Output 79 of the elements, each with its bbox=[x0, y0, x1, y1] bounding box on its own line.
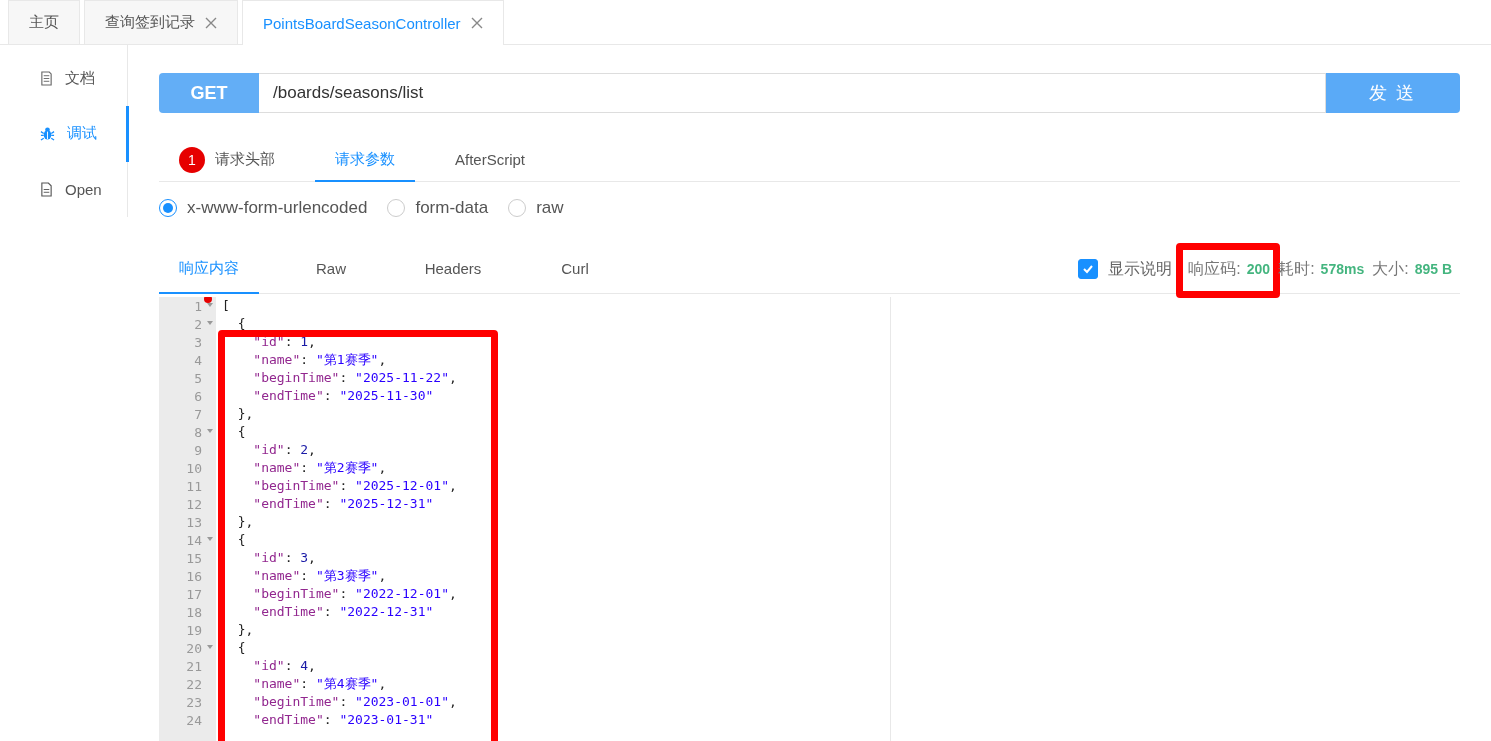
code-line: "name": "第2赛季", bbox=[252, 459, 388, 477]
code-line: }, bbox=[236, 405, 255, 423]
line-number: 14 bbox=[186, 532, 202, 548]
stat-value: 200 bbox=[1246, 261, 1271, 277]
line-number: 23 bbox=[186, 694, 202, 710]
line-number: 13 bbox=[186, 514, 202, 530]
check-icon bbox=[1082, 263, 1095, 275]
stat-label: 响应码: bbox=[1188, 258, 1241, 279]
fold-arrow-icon[interactable] bbox=[207, 321, 213, 325]
line-number: 19 bbox=[186, 622, 202, 638]
body-type-radio[interactable]: x-www-form-urlencoded bbox=[159, 198, 368, 218]
body-type-radio[interactable]: raw bbox=[508, 198, 564, 218]
code-line: "beginTime": "2025-11-22", bbox=[252, 369, 458, 387]
line-number: 12 bbox=[186, 496, 202, 512]
checkbox[interactable] bbox=[1078, 259, 1099, 279]
close-icon[interactable] bbox=[205, 16, 217, 29]
line-number: 9 bbox=[194, 442, 202, 458]
file-icon bbox=[40, 181, 53, 197]
code-line: { bbox=[236, 315, 247, 333]
code-line: "id": 2, bbox=[252, 441, 317, 459]
response-tab[interactable]: Raw bbox=[281, 245, 381, 294]
code-line: { bbox=[236, 423, 247, 441]
code-line: }, bbox=[236, 621, 255, 639]
code-line: }, bbox=[236, 513, 255, 531]
code-line: "beginTime": "2025-12-01", bbox=[252, 477, 458, 495]
line-number: 16 bbox=[186, 568, 202, 584]
checkbox-label: 显示说明 bbox=[1108, 258, 1173, 279]
page-tab[interactable]: 主页 bbox=[8, 0, 80, 44]
url-field[interactable]: /boards/seasons/list bbox=[259, 73, 1326, 113]
code-line: "beginTime": "2023-01-01", bbox=[252, 693, 458, 711]
body-type-radio[interactable]: form-data bbox=[387, 198, 489, 218]
bug-icon bbox=[40, 126, 55, 142]
line-number: 7 bbox=[194, 406, 202, 422]
code-line: "endTime": "2025-12-31" bbox=[252, 495, 435, 513]
line-number: 17 bbox=[186, 586, 202, 602]
line-number: 24 bbox=[186, 712, 202, 728]
code-line: "id": 3, bbox=[252, 549, 317, 567]
line-number: 4 bbox=[194, 352, 202, 368]
line-number: 1 bbox=[194, 298, 202, 314]
line-number: 21 bbox=[186, 658, 202, 674]
close-icon[interactable] bbox=[470, 17, 483, 29]
page-tab[interactable]: 查询签到记录 bbox=[84, 0, 238, 44]
line-number: 18 bbox=[186, 604, 202, 620]
line-number: 5 bbox=[194, 370, 202, 386]
stat-value: 578ms bbox=[1320, 261, 1365, 277]
count-badge: 1 bbox=[179, 146, 205, 173]
line-number: 6 bbox=[194, 388, 202, 404]
stat-value: 895 B bbox=[1414, 261, 1452, 277]
code-line: "name": "第3赛季", bbox=[252, 567, 388, 585]
line-number: 20 bbox=[186, 640, 202, 656]
line-number: 3 bbox=[194, 334, 202, 350]
document-icon bbox=[40, 71, 53, 87]
code-line: "name": "第1赛季", bbox=[252, 351, 388, 369]
sidebar-item[interactable]: 文档 bbox=[0, 51, 129, 107]
response-tab[interactable]: Headers bbox=[403, 245, 503, 294]
code-line: "id": 4, bbox=[252, 657, 317, 675]
response-tab[interactable]: Curl bbox=[525, 245, 625, 294]
line-number: 15 bbox=[186, 550, 202, 566]
fold-arrow-icon[interactable] bbox=[207, 645, 213, 649]
line-number: 10 bbox=[186, 460, 202, 476]
code-line: "beginTime": "2022-12-01", bbox=[252, 585, 458, 603]
code-line: "endTime": "2022-12-31" bbox=[252, 603, 435, 621]
code-line: [ bbox=[222, 297, 231, 315]
request-tab[interactable]: AfterScript bbox=[435, 139, 546, 182]
sidebar-item[interactable]: Open bbox=[0, 161, 129, 217]
line-number: 22 bbox=[186, 676, 202, 692]
code-line: "endTime": "2023-01-31" bbox=[252, 711, 435, 729]
code-line: "name": "第4赛季", bbox=[252, 675, 388, 693]
line-number: 2 bbox=[194, 316, 202, 332]
code-line: { bbox=[236, 639, 247, 657]
line-number: 8 bbox=[194, 424, 202, 440]
fold-arrow-icon[interactable] bbox=[207, 303, 213, 307]
code-line: { bbox=[236, 531, 247, 549]
line-number: 11 bbox=[186, 478, 202, 494]
request-tab[interactable]: 1 请求头部 bbox=[159, 139, 295, 182]
fold-arrow-icon[interactable] bbox=[207, 537, 213, 541]
fold-arrow-icon[interactable] bbox=[207, 429, 213, 433]
stat-label: 大小: bbox=[1372, 258, 1409, 279]
code-line: "endTime": "2025-11-30" bbox=[252, 387, 435, 405]
